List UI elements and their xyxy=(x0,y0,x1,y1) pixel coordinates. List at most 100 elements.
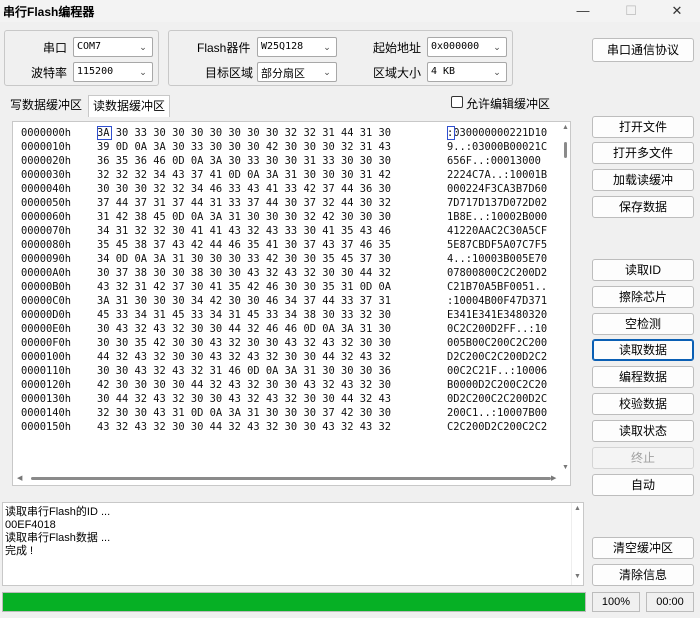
log-scroll-up-icon[interactable]: ▲ xyxy=(574,505,581,512)
hex-address: 0000110h xyxy=(21,365,72,377)
hex-ascii[interactable]: C2C200D2C200C2C2 xyxy=(447,420,547,434)
port-value: COM7 xyxy=(77,41,102,52)
close-button[interactable]: ✕ xyxy=(654,0,700,22)
save-data-button[interactable]: 保存数据 xyxy=(592,196,694,218)
hex-view[interactable]: 0000000h 3A 30 33 30 30 30 30 30 30 30 32… xyxy=(12,121,571,486)
hex-ascii[interactable]: 005B00C200C2C200 xyxy=(447,336,547,350)
hex-ascii[interactable]: C21B70A5BF0051.. xyxy=(447,280,547,294)
hex-ascii[interactable]: 1B8E..:10002B000 xyxy=(447,210,547,224)
vertical-scrollbar[interactable]: ▲ ▼ xyxy=(560,122,570,485)
log-scroll-down-icon[interactable]: ▼ xyxy=(574,573,581,580)
hex-address: 0000010h xyxy=(21,141,72,153)
scroll-down-icon[interactable]: ▼ xyxy=(562,464,569,471)
load-read-buffer-button[interactable]: 加载读缓冲 xyxy=(592,169,694,191)
hex-bytes[interactable]: 39 0D 0A 3A 30 33 30 30 30 42 30 30 30 3… xyxy=(97,140,391,154)
hex-ascii[interactable]: 0C2C200D2FF..:10 xyxy=(447,322,547,336)
hex-bytes[interactable]: 36 35 36 46 0D 0A 3A 30 33 30 30 31 33 3… xyxy=(97,154,391,168)
hex-ascii[interactable]: E341E341E3480320 xyxy=(447,308,547,322)
hex-row: 0000110h 30 30 43 32 43 32 31 46 0D 0A 3A… xyxy=(13,364,558,378)
hex-ascii[interactable]: 9..:03000B00021C xyxy=(447,140,547,154)
port-select[interactable]: COM7 ⌄ xyxy=(73,37,153,57)
open-multiple-files-button[interactable]: 打开多文件 xyxy=(592,142,694,164)
hex-ascii[interactable]: 41220AAC2C30A5CF xyxy=(447,224,547,238)
hex-ascii[interactable]: 07800800C2C200D2 xyxy=(447,266,547,280)
hex-bytes[interactable]: 30 44 32 43 32 30 30 43 32 43 32 30 30 4… xyxy=(97,392,391,406)
tab-write-buffer[interactable]: 写数据缓冲区 xyxy=(6,95,86,117)
checkbox-icon[interactable] xyxy=(451,96,463,108)
hex-bytes[interactable]: 34 31 32 32 30 41 41 43 32 43 33 30 41 3… xyxy=(97,224,391,238)
hex-bytes[interactable]: 30 30 35 42 30 30 43 32 30 30 43 32 43 3… xyxy=(97,336,391,350)
hex-bytes[interactable]: 30 30 43 32 43 32 31 46 0D 0A 3A 31 30 3… xyxy=(97,364,391,378)
region-size-value: 4 KB xyxy=(431,66,456,77)
hex-bytes[interactable]: 44 32 43 32 30 30 43 32 43 32 30 30 44 3… xyxy=(97,350,391,364)
log-output[interactable]: 读取串行Flash的ID ... 00EF4018 读取串行Flash数据 ... 完… xyxy=(2,502,584,586)
open-file-button[interactable]: 打开文件 xyxy=(592,116,694,138)
verify-data-button[interactable]: 校验数据 xyxy=(592,393,694,415)
clear-info-button[interactable]: 清除信息 xyxy=(592,564,694,586)
hex-bytes[interactable]: 3A 30 33 30 30 30 30 30 30 30 32 32 31 4… xyxy=(97,126,391,140)
scrollbar-thumb[interactable] xyxy=(564,142,567,158)
hex-bytes[interactable]: 37 44 37 31 37 44 31 33 37 44 30 37 32 4… xyxy=(97,196,391,210)
read-status-button[interactable]: 读取状态 xyxy=(592,420,694,442)
hex-bytes[interactable]: 3A 31 30 30 30 34 42 30 30 46 34 37 44 3… xyxy=(97,294,391,308)
read-id-button[interactable]: 读取ID xyxy=(592,259,694,281)
hex-ascii[interactable]: :10004B00F47D371 xyxy=(447,294,547,308)
device-select[interactable]: W25Q128 ⌄ xyxy=(257,37,337,57)
hex-bytes[interactable]: 30 30 30 32 32 34 46 33 43 41 33 42 37 4… xyxy=(97,182,391,196)
hex-ascii[interactable]: 7D717D137D072D02 xyxy=(447,196,547,210)
hex-bytes[interactable]: 32 32 32 34 43 37 41 0D 0A 3A 31 30 30 3… xyxy=(97,168,391,182)
serial-protocol-button[interactable]: 串口通信协议 xyxy=(592,38,694,62)
scroll-left-icon[interactable]: ◀ xyxy=(17,474,22,482)
maximize-button[interactable]: ☐ xyxy=(608,0,654,22)
tab-read-buffer[interactable]: 读数据缓冲区 xyxy=(88,95,171,117)
hex-ascii[interactable]: 200C1..:10007B00 xyxy=(447,406,547,420)
hex-row: 0000040h 30 30 30 32 32 34 46 33 43 41 33… xyxy=(13,182,558,196)
stop-button[interactable]: 终止 xyxy=(592,447,694,469)
hex-row: 00000E0h 30 43 32 43 32 30 30 44 32 46 46… xyxy=(13,322,558,336)
hex-ascii[interactable]: 00C2C21F..:10006 xyxy=(447,364,547,378)
scroll-up-icon[interactable]: ▲ xyxy=(562,124,569,131)
hex-ascii[interactable]: 2224C7A..:10001B xyxy=(447,168,547,182)
auto-button[interactable]: 自动 xyxy=(592,474,694,496)
hex-row: 00000B0h 43 32 31 42 37 30 41 35 42 46 30… xyxy=(13,280,558,294)
hex-bytes[interactable]: 45 33 34 31 45 33 34 31 45 33 34 38 30 3… xyxy=(97,308,391,322)
hex-bytes[interactable]: 30 43 32 43 32 30 30 44 32 46 46 0D 0A 3… xyxy=(97,322,391,336)
log-scrollbar[interactable]: ▲ ▼ xyxy=(571,503,583,585)
region-select[interactable]: 部分扇区 ⌄ xyxy=(257,62,337,82)
clear-buffer-button[interactable]: 清空缓冲区 xyxy=(592,537,694,559)
hex-bytes[interactable]: 34 0D 0A 3A 31 30 30 30 33 42 30 30 35 4… xyxy=(97,252,391,266)
window-title: 串行Flash编程器 xyxy=(3,5,95,19)
erase-chip-button[interactable]: 擦除芯片 xyxy=(592,286,694,308)
allow-edit-label[interactable]: 允许编辑缓冲区 xyxy=(466,95,550,112)
hex-ascii[interactable]: 656F..:00013000 xyxy=(447,154,541,168)
hex-row: 0000150h 43 32 43 32 30 30 44 32 43 32 30… xyxy=(13,420,558,434)
chevron-down-icon: ⌄ xyxy=(493,67,501,77)
blank-check-button[interactable]: 空检测 xyxy=(592,313,694,335)
hex-bytes[interactable]: 30 37 38 30 30 38 30 30 43 32 43 32 30 3… xyxy=(97,266,391,280)
hex-bytes[interactable]: 43 32 31 42 37 30 41 35 42 46 30 30 35 3… xyxy=(97,280,391,294)
hex-ascii[interactable]: 000224F3CA3B7D60 xyxy=(447,182,547,196)
hex-ascii[interactable]: D2C200C2C200D2C2 xyxy=(447,350,547,364)
baud-select[interactable]: 115200 ⌄ xyxy=(73,62,153,82)
hex-ascii[interactable]: 0D2C200C2C200D2C xyxy=(447,392,547,406)
program-data-button[interactable]: 编程数据 xyxy=(592,366,694,388)
hex-ascii[interactable]: 4..:10003B005E70 xyxy=(447,252,547,266)
horizontal-scrollbar-thumb[interactable] xyxy=(31,477,551,480)
hex-bytes[interactable]: 42 30 30 30 30 44 32 43 32 30 30 43 32 4… xyxy=(97,378,391,392)
minimize-button[interactable]: — xyxy=(560,0,606,22)
hex-ascii[interactable]: :030000000221D10 xyxy=(447,126,547,140)
hex-bytes[interactable]: 32 30 30 43 31 0D 0A 3A 31 30 30 30 37 4… xyxy=(97,406,391,420)
read-data-button[interactable]: 读取数据 xyxy=(592,339,694,361)
hex-ascii[interactable]: B0000D2C200C2C20 xyxy=(447,378,547,392)
scroll-right-icon[interactable]: ▶ xyxy=(551,474,556,482)
hex-bytes[interactable]: 31 42 38 45 0D 0A 3A 31 30 30 30 32 42 3… xyxy=(97,210,391,224)
hex-bytes[interactable]: 43 32 43 32 30 30 44 32 43 32 30 30 43 3… xyxy=(97,420,391,434)
hex-row: 0000070h 34 31 32 32 30 41 41 43 32 43 33… xyxy=(13,224,558,238)
hex-address: 0000070h xyxy=(21,225,72,237)
start-address-select[interactable]: 0x000000 ⌄ xyxy=(427,37,507,57)
region-size-select[interactable]: 4 KB ⌄ xyxy=(427,62,507,82)
hex-ascii[interactable]: 5E87CBDF5A07C7F5 xyxy=(447,238,547,252)
progress-percent: 100% xyxy=(592,592,640,612)
hex-bytes[interactable]: 35 45 38 37 43 42 44 46 35 41 30 37 43 3… xyxy=(97,238,391,252)
hex-row: 0000020h 36 35 36 46 0D 0A 3A 30 33 30 30… xyxy=(13,154,558,168)
